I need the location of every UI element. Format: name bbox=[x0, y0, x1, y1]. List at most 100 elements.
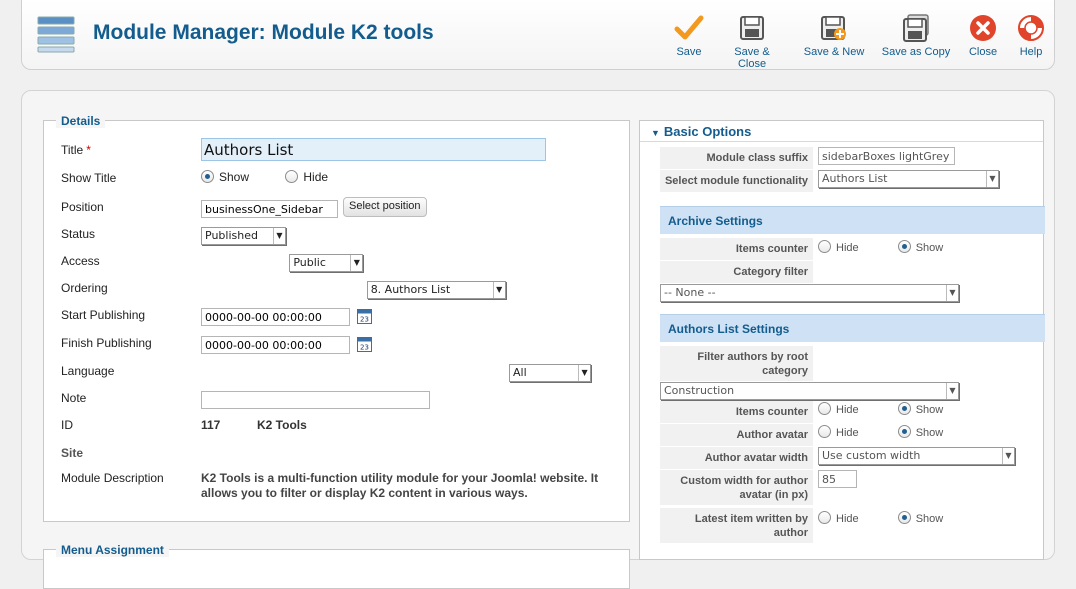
calendar-icon[interactable]: 23 bbox=[357, 337, 372, 352]
calendar-icon[interactable]: 23 bbox=[357, 309, 372, 324]
radio-hide[interactable] bbox=[285, 170, 299, 183]
id-value: 117 bbox=[201, 418, 221, 432]
author-avatar-radios: Hide Show bbox=[818, 425, 943, 439]
radio-show[interactable] bbox=[897, 511, 911, 524]
filter-root-category-select[interactable]: Construction ▼ bbox=[660, 382, 959, 400]
radio-hide[interactable] bbox=[818, 425, 831, 438]
title-label: Title * bbox=[61, 143, 91, 157]
archive-items-counter-hide[interactable]: Hide bbox=[818, 240, 859, 254]
save-label: Save bbox=[676, 46, 702, 58]
start-publishing-input[interactable] bbox=[201, 308, 350, 326]
toolbar: Module Manager: Module K2 tools Save Sav… bbox=[21, 0, 1055, 70]
radio-show[interactable] bbox=[897, 240, 911, 253]
archive-items-counter-show[interactable]: Show bbox=[897, 240, 943, 254]
calendar-day: 23 bbox=[360, 316, 369, 324]
authors-items-counter-show[interactable]: Show bbox=[897, 402, 943, 416]
radio-hide[interactable] bbox=[818, 402, 831, 415]
ordering-select[interactable]: 8. Authors List ▼ bbox=[366, 281, 506, 299]
radio-show[interactable] bbox=[897, 402, 911, 415]
chevron-down-icon: ▼ bbox=[1002, 448, 1014, 464]
filter-root-category-label: Filter authors by root category bbox=[660, 346, 813, 382]
save-button[interactable]: Save bbox=[673, 14, 705, 58]
radio-hide[interactable] bbox=[818, 240, 831, 253]
chevron-down-icon: ▼ bbox=[273, 228, 285, 244]
page-title: Module Manager: Module K2 tools bbox=[93, 21, 434, 44]
radio-show[interactable] bbox=[201, 170, 214, 183]
finish-publishing-label: Finish Publishing bbox=[61, 336, 152, 350]
module-type: K2 Tools bbox=[257, 418, 307, 432]
help-label: Help bbox=[1019, 46, 1043, 58]
checkmark-icon bbox=[674, 15, 704, 40]
floppy-disk-icon bbox=[740, 16, 764, 40]
help-button[interactable]: Help bbox=[1015, 14, 1047, 58]
close-button[interactable]: Close bbox=[965, 14, 1001, 58]
chevron-down-icon: ▼ bbox=[350, 255, 362, 271]
module-functionality-select[interactable]: Authors List ▼ bbox=[818, 170, 999, 188]
module-class-suffix-label: Module class suffix bbox=[660, 147, 813, 170]
note-label: Note bbox=[61, 391, 87, 405]
details-legend: Details bbox=[56, 114, 106, 128]
latest-item-hide[interactable]: Hide bbox=[818, 511, 859, 525]
custom-width-label: Custom width for author avatar (in px) bbox=[660, 470, 813, 506]
latest-item-radios: Hide Show bbox=[818, 511, 943, 525]
basic-options-panel: ▼Basic Options Module class suffix Selec… bbox=[639, 120, 1045, 560]
basic-options-toggle[interactable]: ▼ Basic Options bbox=[640, 121, 1043, 142]
show-title-show-option[interactable]: Show bbox=[201, 170, 249, 184]
show-title-radio-group: Show Hide bbox=[201, 170, 328, 184]
module-class-suffix-input[interactable] bbox=[818, 147, 955, 165]
module-description-text: K2 Tools is a multi-function utility mod… bbox=[201, 471, 599, 500]
lifebuoy-icon bbox=[1018, 15, 1044, 41]
author-avatar-width-label: Author avatar width bbox=[660, 447, 813, 470]
author-avatar-show[interactable]: Show bbox=[897, 425, 943, 439]
note-input[interactable] bbox=[201, 391, 430, 409]
latest-item-label: Latest item written by author bbox=[660, 508, 813, 544]
site-label: Site bbox=[61, 446, 84, 460]
chevron-down-icon: ▼ bbox=[946, 285, 958, 301]
radio-show[interactable] bbox=[897, 425, 911, 438]
chevron-down-icon: ▼ bbox=[986, 171, 998, 187]
ordering-label: Ordering bbox=[61, 281, 108, 295]
module-description-label: Module Description bbox=[61, 471, 164, 485]
latest-item-show[interactable]: Show bbox=[897, 511, 943, 525]
details-fieldset: Details Title* Show Title Show Hide Posi… bbox=[43, 114, 630, 522]
save-copy-button[interactable]: Save as Copy bbox=[880, 14, 952, 58]
authors-items-counter-hide[interactable]: Hide bbox=[818, 402, 859, 416]
menu-assignment-fieldset: Menu Assignment bbox=[43, 543, 630, 589]
status-select[interactable]: Published ▼ bbox=[201, 227, 286, 245]
chevron-down-icon: ▼ bbox=[578, 365, 590, 381]
save-close-button[interactable]: Save & Close bbox=[719, 14, 785, 70]
authors-list-settings-heading: Authors List Settings bbox=[660, 314, 1045, 342]
author-avatar-label: Author avatar bbox=[660, 424, 813, 447]
custom-width-input[interactable] bbox=[818, 470, 857, 488]
calendar-day: 23 bbox=[360, 344, 369, 352]
close-label: Close bbox=[968, 46, 998, 58]
edit-form-panel: Details Title* Show Title Show Hide Posi… bbox=[21, 90, 1055, 589]
save-new-label: Save & New bbox=[803, 46, 865, 58]
finish-publishing-input[interactable] bbox=[201, 336, 350, 354]
title-input[interactable] bbox=[201, 138, 546, 161]
radio-hide[interactable] bbox=[818, 511, 831, 524]
archive-settings-heading: Archive Settings bbox=[660, 206, 1045, 234]
save-new-button[interactable]: Save & New bbox=[803, 14, 865, 58]
access-label: Access bbox=[61, 254, 100, 268]
status-label: Status bbox=[61, 227, 96, 241]
position-input[interactable] bbox=[201, 200, 338, 218]
id-label: ID bbox=[61, 418, 73, 432]
authors-items-counter-radios: Hide Show bbox=[818, 402, 943, 416]
category-filter-select[interactable]: -- None -- ▼ bbox=[660, 284, 959, 302]
start-publishing-label: Start Publishing bbox=[61, 308, 146, 322]
show-title-label: Show Title bbox=[61, 171, 117, 185]
save-close-label: Save & Close bbox=[734, 46, 770, 70]
save-copy-label: Save as Copy bbox=[881, 46, 951, 58]
language-select[interactable]: All ▼ bbox=[509, 364, 592, 382]
access-select[interactable]: Public ▼ bbox=[289, 254, 364, 272]
category-filter-label: Category filter bbox=[660, 261, 813, 284]
select-position-button[interactable]: Select position bbox=[343, 197, 427, 217]
author-avatar-hide[interactable]: Hide bbox=[818, 425, 859, 439]
chevron-down-icon: ▼ bbox=[946, 383, 958, 399]
archive-items-counter-radios: Hide Show bbox=[818, 240, 943, 254]
show-title-hide-option[interactable]: Hide bbox=[285, 170, 328, 184]
close-icon bbox=[970, 15, 996, 41]
language-label: Language bbox=[61, 364, 115, 378]
author-avatar-width-select[interactable]: Use custom width ▼ bbox=[818, 447, 1015, 465]
